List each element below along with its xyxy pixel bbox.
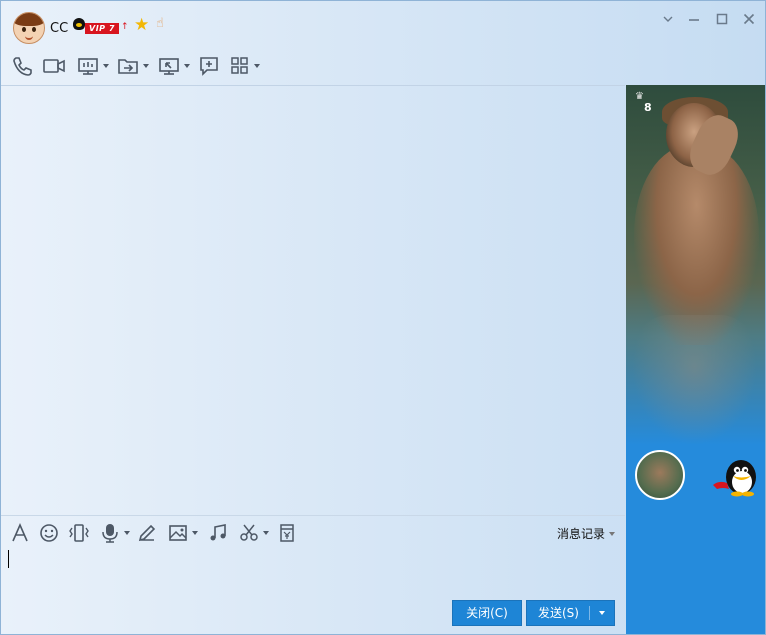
- apps-icon[interactable]: [230, 54, 260, 78]
- input-divider: [1, 515, 625, 516]
- font-icon[interactable]: [10, 521, 30, 545]
- scissors-icon[interactable]: [239, 521, 269, 545]
- like-hand-icon[interactable]: ☝: [156, 16, 164, 31]
- friend-avatar[interactable]: [635, 450, 685, 500]
- close-button[interactable]: 关闭(C): [452, 600, 522, 626]
- contact-show-image[interactable]: [626, 85, 765, 445]
- shake-icon[interactable]: [68, 521, 90, 545]
- top-toolbar: [1, 51, 765, 83]
- maximize-button[interactable]: [713, 10, 731, 28]
- video-icon[interactable]: [42, 54, 66, 78]
- text-input-cursor[interactable]: [8, 550, 9, 568]
- phone-icon[interactable]: [11, 54, 33, 78]
- user-avatar[interactable]: [13, 12, 45, 44]
- chevron-down-icon: [609, 531, 616, 536]
- vip-up-arrow: ↑: [121, 22, 129, 32]
- message-history-button[interactable]: 消息记录: [557, 525, 616, 542]
- nickname[interactable]: CC: [50, 21, 68, 36]
- image-icon[interactable]: [168, 521, 198, 545]
- send-options-dropdown-icon[interactable]: [599, 611, 605, 615]
- input-toolbar: [1, 518, 625, 548]
- file-transfer-icon[interactable]: [117, 54, 149, 78]
- close-window-button[interactable]: [740, 10, 758, 28]
- pen-icon[interactable]: [137, 521, 157, 545]
- title-bar[interactable]: CC VIP 7 ↑ ★ ☝: [1, 1, 765, 49]
- star-icon[interactable]: ★: [134, 16, 149, 34]
- music-icon[interactable]: [208, 521, 228, 545]
- side-panel: ♛ 8: [626, 85, 765, 634]
- qq-penguin-icon[interactable]: [711, 455, 759, 497]
- minimize-caret-icon[interactable]: [659, 10, 677, 28]
- chat-window: CC VIP 7 ↑ ★ ☝ 消息记录 关闭(C) 发送(S) ♛ 8: [0, 0, 766, 635]
- qq-penguin-mini-icon: [73, 18, 85, 30]
- crown-icon: ♛: [635, 91, 644, 102]
- send-button[interactable]: 发送(S): [526, 600, 615, 626]
- close-button-label: 关闭(C): [466, 606, 508, 620]
- remote-desktop-icon[interactable]: [158, 54, 190, 78]
- send-button-label: 发送(S): [538, 606, 579, 620]
- screen-share-icon[interactable]: [77, 54, 109, 78]
- message-history-label: 消息记录: [557, 527, 606, 541]
- message-add-icon[interactable]: [198, 54, 220, 78]
- minimize-button[interactable]: [685, 10, 703, 28]
- level-badge: 8: [644, 101, 652, 114]
- message-history-area[interactable]: [1, 85, 625, 515]
- voice-icon[interactable]: [100, 521, 130, 545]
- vip-badge[interactable]: VIP 7: [85, 23, 119, 34]
- emoji-icon[interactable]: [39, 521, 59, 545]
- red-packet-icon[interactable]: [278, 521, 296, 545]
